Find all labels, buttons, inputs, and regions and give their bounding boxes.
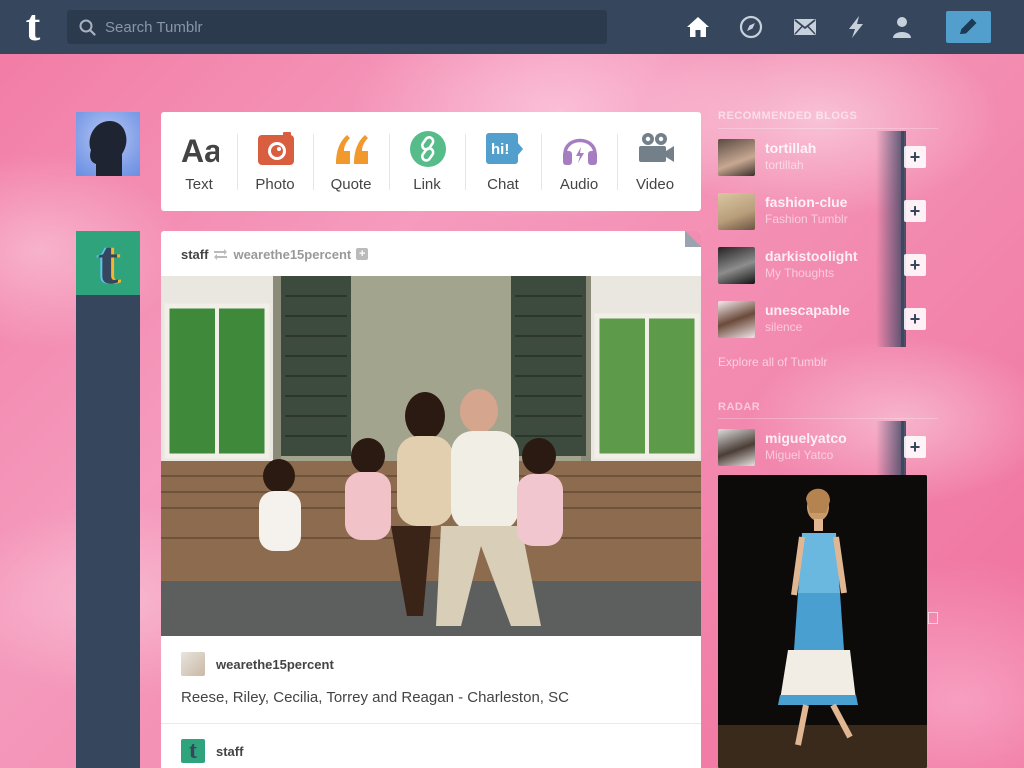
svg-text:hi!: hi! (491, 141, 509, 158)
caption-username[interactable]: wearethe15percent (216, 657, 334, 672)
blog-name[interactable]: fashion-clue (765, 194, 847, 210)
follow-blog-button[interactable]: + (904, 146, 926, 168)
post-type-label: Chat (487, 176, 519, 193)
post-caption: Reese, Riley, Cecilia, Torrey and Reagan… (181, 689, 569, 706)
silhouette-avatar-image (89, 120, 127, 176)
svg-text:Aa: Aa (181, 133, 219, 168)
caption-user[interactable]: wearethe15percent (181, 652, 334, 676)
blog-avatar[interactable] (718, 139, 755, 176)
post-header: staff wearethe15percent + (181, 246, 369, 262)
search-box[interactable] (67, 10, 607, 44)
staff-avatar[interactable]: t (76, 231, 140, 295)
blog-avatar[interactable] (718, 247, 755, 284)
radar-post-photo[interactable] (718, 475, 927, 768)
post-corner-fold[interactable] (685, 231, 701, 247)
blog-name[interactable]: tortillah (765, 140, 816, 156)
post-type-text[interactable]: Aa Text (161, 112, 237, 211)
dashboard-post: staff wearethe15percent + wearethe15perc… (161, 231, 701, 768)
search-icon (79, 19, 96, 36)
headphones-icon (563, 138, 597, 165)
text-aa-icon: Aa (181, 133, 219, 168)
chat-icon: hi! (486, 133, 523, 164)
reblogged-from-link[interactable]: wearethe15percent (233, 247, 351, 262)
video-camera-icon (639, 133, 674, 162)
blog-avatar[interactable] (718, 301, 755, 338)
post-divider (161, 723, 701, 724)
blog-title: Miguel Yatco (765, 448, 834, 462)
post-type-video[interactable]: Video (617, 112, 693, 211)
recommended-blog-row[interactable]: unescapable silence + (718, 293, 938, 347)
follow-blog-button[interactable]: + (904, 308, 926, 330)
recommended-blog-row[interactable]: fashion-clue Fashion Tumblr + (718, 185, 938, 239)
camera-icon (258, 132, 294, 165)
follow-blog-button[interactable]: + (904, 254, 926, 276)
quote-icon (336, 135, 368, 164)
recommended-blogs-heading: RECOMMENDED BLOGS (718, 110, 858, 122)
sidebar-divider (718, 418, 938, 419)
recommended-blog-row[interactable]: darkistoolight My Thoughts + (718, 239, 938, 293)
post-footer-user[interactable]: t staff (181, 739, 243, 763)
blog-name[interactable]: unescapable (765, 302, 850, 318)
tumblr-logo[interactable]: t (17, 4, 49, 48)
blog-avatar[interactable] (718, 429, 755, 466)
radar-blog-row[interactable]: miguelyatco Miguel Yatco + (718, 421, 938, 475)
explore-all-link[interactable]: Explore all of Tumblr (718, 355, 827, 369)
post-photo[interactable] (161, 276, 701, 636)
blog-title: silence (765, 320, 803, 334)
post-type-link[interactable]: Link (389, 112, 465, 211)
wearethe15percent-avatar[interactable] (181, 652, 205, 676)
right-sidebar: RECOMMENDED BLOGS tortillah tortillah + … (718, 0, 1024, 768)
post-type-photo[interactable]: Photo (237, 112, 313, 211)
scroll-to-top-marker[interactable] (928, 612, 938, 624)
reblog-icon (214, 248, 228, 260)
family-on-bench-photo (161, 276, 701, 636)
follow-blog-button[interactable]: + (904, 200, 926, 222)
user-avatar[interactable] (76, 112, 140, 176)
post-type-label: Quote (330, 176, 372, 193)
staff-mini-avatar[interactable]: t (181, 739, 205, 763)
home-icon[interactable] (686, 15, 710, 39)
link-icon (410, 131, 446, 167)
post-type-label: Text (185, 176, 213, 193)
radar-heading: RADAR (718, 401, 761, 413)
blog-name[interactable]: miguelyatco (765, 430, 847, 446)
follow-plus-icon[interactable]: + (356, 248, 369, 260)
search-input[interactable] (105, 10, 595, 44)
post-type-label: Audio (559, 176, 599, 193)
follow-blog-button[interactable]: + (904, 436, 926, 458)
dashboard-left-rail (76, 231, 140, 768)
post-author-link[interactable]: staff (181, 247, 208, 262)
recommended-blog-row[interactable]: tortillah tortillah + (718, 131, 938, 185)
post-type-selector: Aa Text Photo Quote Link hi! Chat Audio … (161, 112, 701, 211)
post-type-quote[interactable]: Quote (313, 112, 389, 211)
blog-name[interactable]: darkistoolight (765, 248, 858, 264)
post-type-audio[interactable]: Audio (541, 112, 617, 211)
post-type-chat[interactable]: hi! Chat (465, 112, 541, 211)
blog-title: My Thoughts (765, 266, 835, 280)
runway-model-photo (718, 475, 927, 768)
post-type-label: Photo (255, 176, 295, 193)
sidebar-divider (718, 128, 938, 129)
blog-title: Fashion Tumblr (765, 212, 848, 226)
blog-title: tortillah (765, 158, 804, 172)
footer-username[interactable]: staff (216, 744, 243, 759)
post-type-label: Link (413, 176, 441, 193)
blog-avatar[interactable] (718, 193, 755, 230)
post-type-label: Video (635, 176, 675, 193)
